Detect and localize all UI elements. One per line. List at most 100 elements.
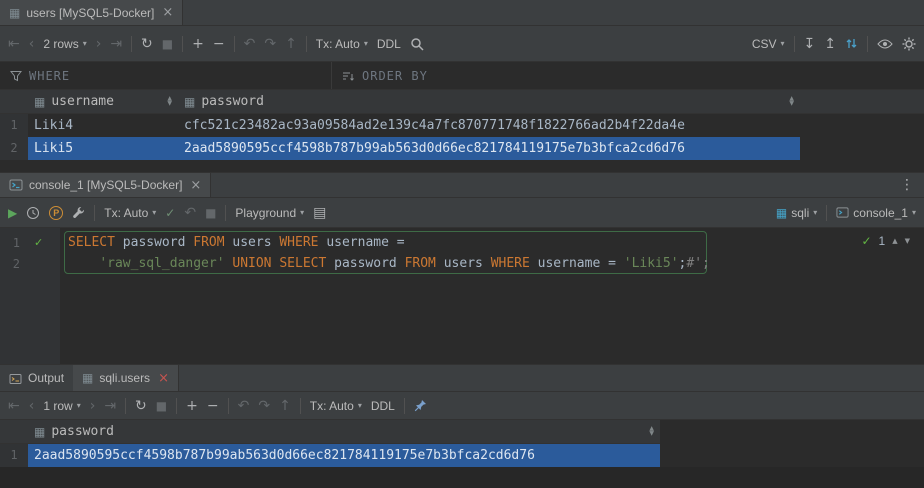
grid-empty-area	[0, 160, 924, 172]
tab-label: console_1 [MySQL5-Docker]	[29, 178, 182, 192]
grid-toolbar: ⇤ ‹ 2 rows▾ › ⇥ ↻ ■ + − ↶ ↷ ↑ Tx: Auto▾ …	[0, 26, 924, 62]
prev-result-icon[interactable]: ▲	[892, 237, 897, 245]
tx-mode-dropdown[interactable]: Tx: Auto▾	[316, 37, 368, 51]
import-data-icon[interactable]: ↥	[824, 37, 836, 51]
pin-tab-icon[interactable]	[414, 399, 427, 412]
sort-toggle-icon[interactable]: ▲▼	[649, 427, 654, 436]
prev-page-icon[interactable]: ‹	[29, 37, 35, 51]
where-filter-field[interactable]: WHERE	[0, 62, 332, 89]
bottom-empty-area	[0, 467, 924, 488]
more-options-kebab-icon[interactable]: ⋮	[900, 177, 924, 193]
first-page-icon[interactable]: ⇤	[8, 399, 20, 413]
search-icon[interactable]	[410, 37, 424, 51]
sort-toggle-icon[interactable]: ▲▼	[789, 97, 794, 106]
success-check-icon: ✓	[861, 234, 871, 248]
rollback-icon[interactable]: ↶	[184, 206, 196, 220]
close-icon[interactable]: ×	[162, 6, 173, 19]
line-number: 2	[6, 257, 20, 271]
users-grid-header: ▦ username ▲▼ ▦ password ▲▼	[0, 90, 924, 114]
execution-history-clock-icon[interactable]	[26, 206, 40, 220]
submit-icon[interactable]: ↑	[279, 399, 291, 413]
next-result-icon[interactable]: ▼	[905, 237, 910, 245]
cell-password[interactable]: 2aad5890595ccf4598b787b99ab563d0d66ec821…	[28, 444, 660, 467]
separator	[94, 205, 95, 221]
users-table-row[interactable]: 1 Liki4 cfc521c23482ac93a09584ad2e139c4a…	[0, 114, 924, 137]
separator	[234, 36, 235, 52]
prev-page-icon[interactable]: ‹	[29, 399, 35, 413]
close-icon[interactable]: ×	[158, 372, 169, 385]
tab-label: sqli.users	[99, 371, 150, 385]
chevron-down-icon: ▾	[152, 208, 156, 217]
last-page-icon[interactable]: ⇥	[104, 399, 116, 413]
ddl-button[interactable]: DDL	[371, 399, 395, 413]
run-icon[interactable]: ▶	[8, 207, 17, 219]
settings-gear-icon[interactable]	[902, 37, 916, 51]
refresh-icon[interactable]: ↻	[135, 399, 147, 413]
stop-icon[interactable]: ■	[156, 400, 167, 412]
close-icon[interactable]: ×	[190, 179, 201, 192]
code-line[interactable]: 'raw_sql_danger' UNION SELECT password F…	[68, 253, 924, 274]
redo-icon[interactable]: ↷	[258, 399, 270, 413]
delete-row-icon[interactable]: −	[213, 37, 225, 51]
editor-code-area[interactable]: SELECT password FROM users WHERE usernam…	[60, 232, 924, 364]
ddl-button[interactable]: DDL	[377, 37, 401, 51]
sql-editor[interactable]: 1 ✓ 2 SELECT password FROM users WHERE u…	[0, 228, 924, 364]
sync-compare-icon[interactable]	[845, 37, 858, 50]
statement-executed-check-icon: ✓	[34, 236, 43, 249]
page-size-dropdown[interactable]: 2 rows▾	[43, 37, 86, 51]
redo-icon[interactable]: ↷	[264, 37, 276, 51]
code-line[interactable]: SELECT password FROM users WHERE usernam…	[68, 232, 924, 253]
add-row-icon[interactable]: +	[192, 37, 204, 51]
page-size-dropdown[interactable]: 1 row▾	[43, 399, 80, 413]
tab-output[interactable]: Output	[0, 365, 73, 391]
playground-mode-dropdown[interactable]: Playground▾	[235, 206, 304, 220]
users-table-row-selected[interactable]: 2 Liki5 2aad5890595ccf4598b787b99ab563d0…	[0, 137, 924, 160]
inline-results-icon[interactable]: ▤	[313, 206, 326, 220]
submit-icon[interactable]: ↑	[285, 37, 297, 51]
refresh-icon[interactable]: ↻	[141, 37, 153, 51]
first-page-icon[interactable]: ⇤	[8, 37, 20, 51]
cell-username[interactable]: Liki4	[28, 114, 178, 137]
execution-result-indicator: ✓ 1 ▲ ▼	[861, 234, 910, 248]
separator	[867, 36, 868, 52]
chevron-down-icon: ▾	[358, 401, 362, 410]
stop-icon[interactable]: ■	[205, 207, 216, 219]
tab-console[interactable]: console_1 [MySQL5-Docker] ×	[0, 173, 211, 197]
last-page-icon[interactable]: ⇥	[110, 37, 122, 51]
add-row-icon[interactable]: +	[186, 399, 198, 413]
results-tab-bar: Output ▦ sqli.users ×	[0, 364, 924, 392]
cell-password[interactable]: 2aad5890595ccf4598b787b99ab563d0d66ec821…	[178, 137, 800, 160]
next-page-icon[interactable]: ›	[96, 37, 102, 51]
column-header-password[interactable]: ▦ password ▲▼	[28, 420, 660, 443]
export-data-icon[interactable]: ↧	[804, 37, 816, 51]
editor-tab-bar: ▦ users [MySQL5-Docker] ×	[0, 0, 924, 26]
order-by-filter-field[interactable]: ORDER BY	[332, 62, 438, 89]
console-picker-dropdown[interactable]: console_1▾	[836, 206, 916, 220]
preview-eye-icon[interactable]	[877, 38, 893, 50]
column-header-password[interactable]: ▦ password ▲▼	[178, 90, 800, 113]
undo-icon[interactable]: ↶	[244, 37, 256, 51]
delete-row-icon[interactable]: −	[207, 399, 219, 413]
result-toolbar: ⇤ ‹ 1 row▾ › ⇥ ↻ ■ + − ↶ ↷ ↑ Tx: Auto▾ D…	[0, 392, 924, 420]
commit-check-icon[interactable]: ✓	[165, 207, 175, 219]
column-header-username[interactable]: ▦ username ▲▼	[28, 90, 178, 113]
stop-icon[interactable]: ■	[162, 38, 173, 50]
export-format-dropdown[interactable]: CSV▾	[752, 37, 785, 51]
schema-picker-dropdown[interactable]: ▦ sqli▾	[776, 206, 817, 220]
tx-mode-dropdown[interactable]: Tx: Auto▾	[310, 399, 362, 413]
undo-icon[interactable]: ↶	[238, 399, 250, 413]
result-table-row-selected[interactable]: 1 2aad5890595ccf4598b787b99ab563d0d66ec8…	[0, 444, 660, 467]
sort-toggle-icon[interactable]: ▲▼	[167, 97, 172, 106]
wrench-settings-icon[interactable]	[72, 206, 85, 219]
separator	[225, 205, 226, 221]
chevron-down-icon: ▾	[813, 208, 817, 217]
next-page-icon[interactable]: ›	[90, 399, 96, 413]
tab-result-grid[interactable]: ▦ sqli.users ×	[73, 365, 179, 391]
cell-password[interactable]: cfc521c23482ac93a09584ad2e139c4a7fc87077…	[178, 114, 800, 137]
column-icon: ▦	[34, 426, 45, 438]
separator	[176, 398, 177, 414]
tx-mode-dropdown[interactable]: Tx: Auto▾	[104, 206, 156, 220]
cell-username[interactable]: Liki5	[28, 137, 178, 160]
tab-users-grid[interactable]: ▦ users [MySQL5-Docker] ×	[0, 0, 183, 25]
explain-plan-icon[interactable]: P	[49, 206, 63, 220]
